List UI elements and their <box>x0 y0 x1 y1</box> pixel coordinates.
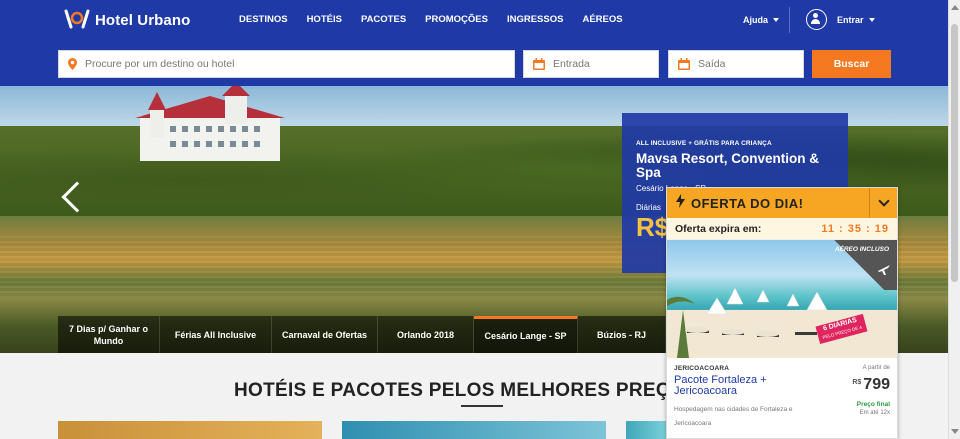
location-pin-icon <box>68 58 77 70</box>
offer-countdown: Oferta expira em: 11 : 35 : 19 <box>667 218 897 240</box>
hero-tabs: 7 Dias p/ Ganhar o Mundo Férias All Incl… <box>58 316 666 353</box>
nav-ingressos[interactable]: INGRESSOS <box>507 14 564 25</box>
destination-placeholder: Procure por um destino ou hotel <box>85 58 235 70</box>
nav-pacotes[interactable]: PACOTES <box>361 14 406 25</box>
offer-of-the-day[interactable]: OFERTA DO DIA! Oferta expira em: 11 : 35… <box>666 187 898 439</box>
nav-divider <box>789 7 790 33</box>
countdown-timer: 11 : 35 : 19 <box>821 222 889 235</box>
logo-text: Hotel Urbano <box>95 11 191 29</box>
user-icon <box>806 9 827 30</box>
deal-card-image[interactable] <box>342 421 606 439</box>
aereo-incluso-label: AÉREO INCLUSO <box>834 246 889 253</box>
nav-aereos[interactable]: AÉREOS <box>582 14 622 25</box>
hero-tag: ALL INCLUSIVE + GRÁTIS PARA CRIANÇA <box>636 140 772 147</box>
checkin-input[interactable]: Entrada <box>523 50 659 78</box>
nav-hoteis[interactable]: HOTÉIS <box>307 14 342 25</box>
offer-destination: JERICOACOARA <box>674 365 730 372</box>
lightning-icon <box>676 193 685 213</box>
tab-ferias-all-inclusive[interactable]: Férias All Inclusive <box>160 316 272 353</box>
login-button[interactable]: Entrar <box>806 9 875 30</box>
deal-card-image[interactable] <box>58 421 322 439</box>
scroll-down-arrow-icon[interactable] <box>951 429 959 434</box>
search-button[interactable]: Buscar <box>812 50 891 78</box>
search-bar: Procure por um destino ou hotel Entrada … <box>0 42 948 86</box>
help-menu[interactable]: Ajuda <box>743 15 779 25</box>
section-headline: HOTÉIS E PACOTES PELOS MELHORES PREÇOS <box>234 380 698 401</box>
tab-carnaval-de-ofertas[interactable]: Carnaval de Ofertas <box>272 316 378 353</box>
calendar-icon <box>678 58 690 70</box>
tab-orlando-2018[interactable]: Orlando 2018 <box>378 316 474 353</box>
logo[interactable]: Hotel Urbano <box>64 9 190 31</box>
nav-promocoes[interactable]: PROMOÇÕES <box>425 14 488 25</box>
main-nav: DESTINOS HOTÉIS PACOTES PROMOÇÕES INGRES… <box>239 14 642 25</box>
chevron-down-icon[interactable] <box>869 188 897 218</box>
tab-cesario-lange[interactable]: Cesário Lange - SP <box>474 316 578 353</box>
offer-details[interactable]: JERICOACOARA A partir de Pacote Fortalez… <box>667 358 897 439</box>
headline-underline <box>461 405 503 407</box>
package-description: Hospedagem nas cidades de Fortaleza e Je… <box>674 406 793 427</box>
tab-7-dias[interactable]: 7 Dias p/ Ganhar o Mundo <box>58 316 160 353</box>
from-label: A partir de <box>862 365 890 371</box>
airplane-icon <box>877 263 891 281</box>
currency-label: R$ <box>852 379 862 386</box>
price-final-label: Preço final <box>856 401 890 408</box>
logo-icon <box>64 9 90 31</box>
installments-label: Em até 12x <box>859 410 890 416</box>
offer-header[interactable]: OFERTA DO DIA! <box>667 188 897 218</box>
hotel-building-image <box>135 86 285 161</box>
tab-buzios[interactable]: Búzios - RJ <box>578 316 666 353</box>
nav-destinos[interactable]: DESTINOS <box>239 14 288 25</box>
login-label: Entrar <box>837 15 875 25</box>
page-scrollbar[interactable] <box>948 0 960 439</box>
deal-card-image[interactable] <box>626 421 666 439</box>
offer-title: OFERTA DO DIA! <box>691 195 804 211</box>
scroll-up-arrow-icon[interactable] <box>951 5 959 10</box>
top-nav: Hotel Urbano DESTINOS HOTÉIS PACOTES PRO… <box>0 0 948 42</box>
checkout-input[interactable]: Saída <box>668 50 804 78</box>
offer-image[interactable]: AÉREO INCLUSO 6 DIÁRIAS PELO PREÇO DE 4 <box>667 240 897 358</box>
price-box: R$ 799 <box>852 376 890 394</box>
page: Hotel Urbano DESTINOS HOTÉIS PACOTES PRO… <box>0 0 960 439</box>
calendar-icon <box>533 58 545 70</box>
destination-input[interactable]: Procure por um destino ou hotel <box>58 50 515 78</box>
expire-label: Oferta expira em: <box>675 222 762 235</box>
package-title[interactable]: Pacote Fortaleza + Jericoacoara <box>674 375 814 397</box>
checkin-placeholder: Entrada <box>553 58 590 70</box>
scrollbar-thumb[interactable] <box>951 24 958 282</box>
hero-title: Mavsa Resort, Convention & Spa <box>636 151 820 180</box>
offer-price: 799 <box>863 376 890 393</box>
checkout-placeholder: Saída <box>698 58 726 70</box>
